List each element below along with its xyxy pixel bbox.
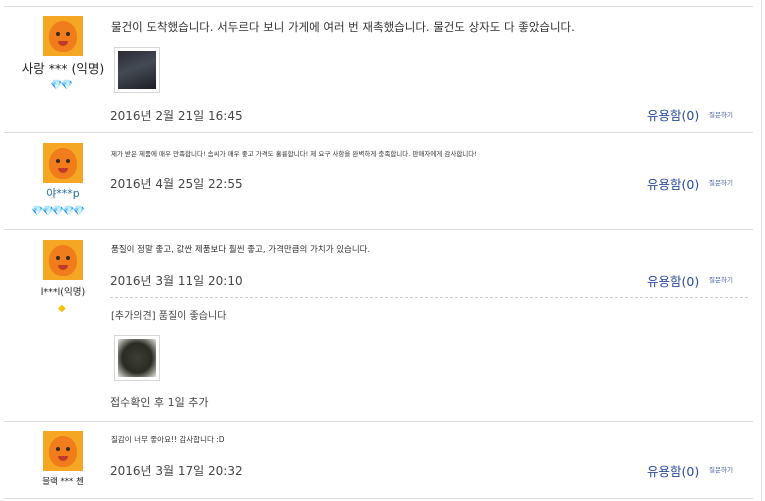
review-text: 질감이 너무 좋아요!! 감사합니다 :D (111, 435, 225, 444)
avatar (43, 431, 83, 471)
avatar (43, 143, 83, 183)
avatar (43, 240, 83, 280)
ask-question-link[interactable]: 질문하기 (709, 274, 733, 284)
helpful-button[interactable]: 유용함(0) (647, 461, 699, 480)
reviewer-nickname: 사랑 *** (익명) (21, 61, 105, 76)
review-date: 2016년 4월 25일 22:55 (110, 177, 243, 191)
divider (4, 6, 753, 7)
review-date: 2016년 3월 17일 20:32 (110, 464, 243, 478)
helpful-button[interactable]: 유용함(0) (647, 174, 699, 193)
member-grade-badge: 💎💎💎💎💎 (31, 206, 85, 217)
divider (4, 498, 753, 499)
scrollbar-track[interactable] (761, 0, 762, 501)
reviewer-nickname: 야***p (46, 187, 80, 200)
ask-question-link[interactable]: 질문하기 (709, 177, 733, 187)
divider (4, 132, 753, 133)
reviewer-nickname: 블랙 *** 첸 (42, 477, 84, 487)
followup-note: 접수확인 후 1일 추가 (110, 396, 209, 409)
ask-question-link[interactable]: 질문하기 (709, 464, 733, 474)
member-grade-badge: ◆ (58, 303, 66, 314)
member-grade-badge: 💎💎 (50, 80, 73, 91)
review-photo-thumbnail[interactable] (114, 47, 160, 93)
followup-divider (110, 297, 748, 298)
divider (4, 229, 753, 230)
followup-text: [추가의견] 품질이 좋습니다 (111, 311, 227, 322)
review-list: 사랑 *** (익명) 💎💎 물건이 도착했습니다. 서두르다 보니 가게에 여… (4, 0, 753, 501)
avatar (43, 16, 83, 56)
followup-photo-thumbnail[interactable] (114, 335, 160, 381)
reviewer-nickname: l***l(익명) (40, 287, 86, 298)
review-text: 품질이 정말 좋고, 값싼 제품보다 훨씬 좋고, 가격만큼의 가치가 있습니다… (111, 245, 371, 255)
review-date: 2016년 2월 21일 16:45 (110, 109, 243, 123)
helpful-button[interactable]: 유용함(0) (647, 105, 699, 124)
review-text: 제가 받은 제품에 매우 만족합니다! 솜씨가 매우 좋고 가격도 훌륭합니다!… (111, 150, 477, 158)
review-text: 물건이 도착했습니다. 서두르다 보니 가게에 여러 번 재촉했습니다. 물건도… (111, 20, 575, 34)
helpful-button[interactable]: 유용함(0) (647, 271, 699, 290)
divider (4, 421, 753, 422)
review-date: 2016년 3월 11일 20:10 (110, 274, 243, 288)
ask-question-link[interactable]: 질문하기 (709, 109, 733, 119)
